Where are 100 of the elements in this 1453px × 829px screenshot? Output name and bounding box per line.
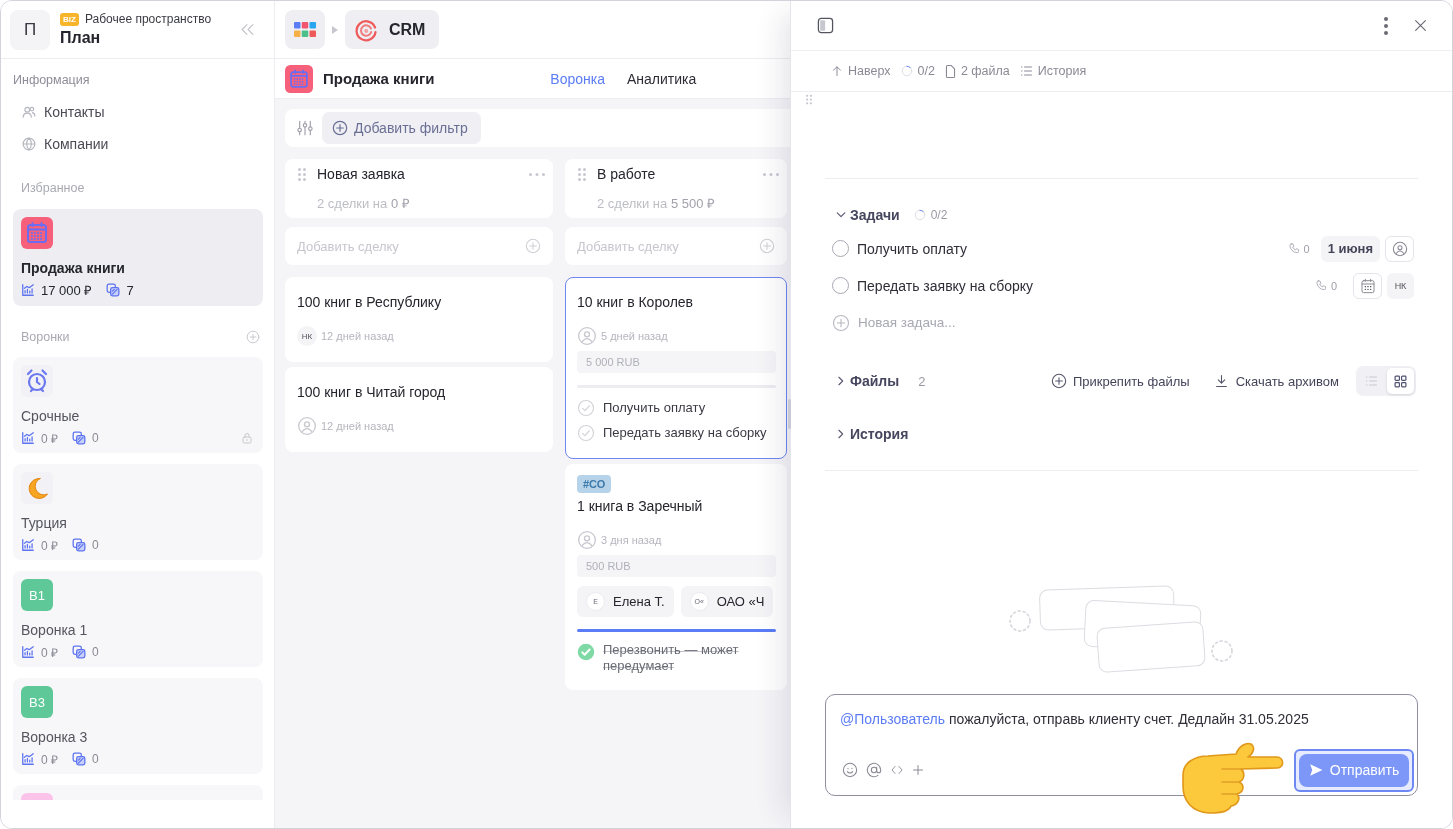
deal-title: 10 книг в Королев (577, 293, 695, 312)
stack-icon (72, 431, 86, 445)
task-label: Перезвонить — может передумает (603, 642, 740, 674)
view-mode-button[interactable] (1387, 368, 1414, 394)
due-date-button[interactable]: 1 июня (1320, 235, 1380, 262)
section-label: Воронки (21, 329, 70, 346)
plus-icon[interactable] (912, 764, 924, 776)
more-icon[interactable] (1384, 16, 1388, 35)
tab[interactable]: Аналитика (627, 70, 697, 87)
pipeline-card[interactable]: Продажа книги 17 000 ₽ 7 (13, 209, 263, 306)
add-filter-button[interactable]: Добавить фильтр (322, 112, 481, 144)
deal-amount: 500 RUB (577, 555, 776, 577)
plus-circle-icon (1050, 373, 1067, 389)
assignee-button[interactable] (1385, 235, 1414, 262)
stack-icon (72, 645, 86, 659)
call-count: 0 (1330, 279, 1337, 292)
add-deal-input[interactable]: Добавить сделку (577, 237, 751, 255)
add-deal-field[interactable]: Добавить сделку (565, 227, 787, 265)
app-grid-icon (294, 22, 316, 37)
workspace-avatar[interactable]: П (10, 9, 50, 50)
sidebar-item[interactable]: Компании (13, 128, 263, 160)
new-task-field[interactable]: Новая задача... (858, 312, 1414, 333)
deal-card[interactable]: 100 книг в Республику НК 12 дней назад (285, 277, 553, 362)
pipeline-card[interactable]: В1 Воронка 1 0 ₽ 0 (13, 571, 263, 667)
phone-icon (1288, 243, 1300, 254)
arrow-up-icon (831, 65, 843, 77)
code-icon[interactable] (890, 764, 904, 776)
check-circle-icon[interactable] (577, 399, 595, 417)
column-summary: 2 сделки на 5 500 ₽ (596, 195, 717, 213)
check-circle-icon[interactable] (577, 424, 595, 442)
workspace-label: Рабочее пространство (84, 12, 212, 26)
pipeline-name: Турция (21, 514, 67, 533)
add-deal-input[interactable]: Добавить сделку (297, 237, 517, 255)
deal-count: 0 (92, 645, 99, 659)
task-label: Передать заявку на сборку (857, 277, 1034, 294)
pipeline-card[interactable]: Срочные 0 ₽ 0 (13, 357, 263, 453)
calendar-icon (1359, 277, 1376, 294)
add-deal-field[interactable]: Добавить сделку (285, 227, 553, 265)
deal-age: 12 дней назад (321, 330, 394, 342)
section-toggle[interactable]: История (825, 426, 909, 442)
task-count: 0/2 (930, 208, 948, 222)
app-switcher-button[interactable]: CRM (345, 10, 440, 49)
plus-circle-icon[interactable] (759, 238, 775, 254)
deal-age: 3 дня назад (601, 534, 662, 546)
section-toggle[interactable]: Задачи (825, 207, 900, 223)
deal-title: 100 книг в Республику (297, 293, 443, 312)
tab[interactable]: Воронка (550, 70, 605, 87)
download-icon (1214, 374, 1228, 388)
progress-ring-icon (913, 209, 926, 221)
plus-circle-icon[interactable] (525, 238, 541, 254)
plus-circle-icon[interactable] (246, 330, 260, 344)
comment-input[interactable]: @Пользователь пожалуйста, отправь клиенту счет. Дедлайн 31.05.2025 (840, 709, 1414, 749)
plus-circle-icon[interactable] (832, 313, 850, 332)
task-label: Получить оплату (857, 240, 967, 257)
bar-chart-icon (21, 752, 35, 766)
smiley-icon[interactable] (842, 762, 858, 778)
bar-chart-icon (21, 431, 35, 445)
drag-handle-icon[interactable] (806, 94, 812, 105)
pipeline-card[interactable]: В3 Воронка 3 0 ₽ 0 (13, 678, 263, 774)
drag-handle-icon[interactable] (578, 167, 586, 181)
set-date-button[interactable] (1353, 272, 1382, 299)
toolbar-link[interactable]: 0/2 (900, 64, 935, 78)
deal-title: 1 книга в Заречный (577, 497, 704, 516)
bar-chart-icon (21, 283, 35, 297)
double-chevron-icon[interactable] (241, 23, 254, 36)
call-count: 0 (1303, 242, 1310, 255)
calendar-icon (285, 64, 313, 93)
pipeline-name: Продажа книги (21, 259, 125, 278)
plan-badge: BIZ (60, 12, 79, 26)
initials-badge: В3 (21, 686, 53, 718)
download-archive-button[interactable]: Скачать архивом (1214, 373, 1339, 389)
drag-handle-icon[interactable] (298, 167, 306, 181)
assignee-avatar[interactable]: НК (1387, 272, 1414, 299)
attach-files-button[interactable]: Прикрепить файлы (1050, 373, 1190, 389)
task-label: Получить оплату (603, 399, 707, 417)
pipeline-card[interactable]: Турция 0 ₽ 0 (13, 464, 263, 560)
toolbar-link[interactable]: История (1019, 64, 1087, 78)
section-label: Информация (13, 72, 91, 89)
sidebar-toggle-icon[interactable] (817, 17, 834, 34)
list-icon (1019, 65, 1033, 77)
deal-card[interactable]: 100 книг в Читай город 12 дней назад (285, 367, 553, 452)
owner-avatar: НК (297, 326, 317, 346)
pipeline-amount: 0 ₽ (41, 644, 58, 661)
deal-tag: #СО (577, 475, 612, 493)
deal-card[interactable]: 10 книг в Королев 5 дней назад 5 000 RUB Получить оплату Передать заявку на сборку (565, 277, 787, 459)
apps-button[interactable] (285, 10, 325, 49)
check-circle-icon[interactable] (577, 643, 595, 661)
user-icon (577, 326, 597, 346)
sidebar-item[interactable]: Контакты (13, 96, 263, 128)
grid-icon (1394, 374, 1407, 388)
toolbar-link[interactable]: 2 файла (944, 64, 1010, 78)
resize-handle[interactable] (788, 399, 791, 429)
section-toggle[interactable]: Файлы (825, 373, 900, 389)
column-title: В работе (597, 166, 657, 182)
toolbar-link[interactable]: Наверх (831, 64, 891, 78)
mention-link[interactable]: @Пользователь (840, 711, 946, 727)
pipeline-name: Срочные (21, 407, 80, 426)
spiral-logo-icon (354, 17, 378, 42)
at-sign-icon[interactable] (866, 762, 882, 778)
close-icon[interactable] (1414, 19, 1427, 32)
